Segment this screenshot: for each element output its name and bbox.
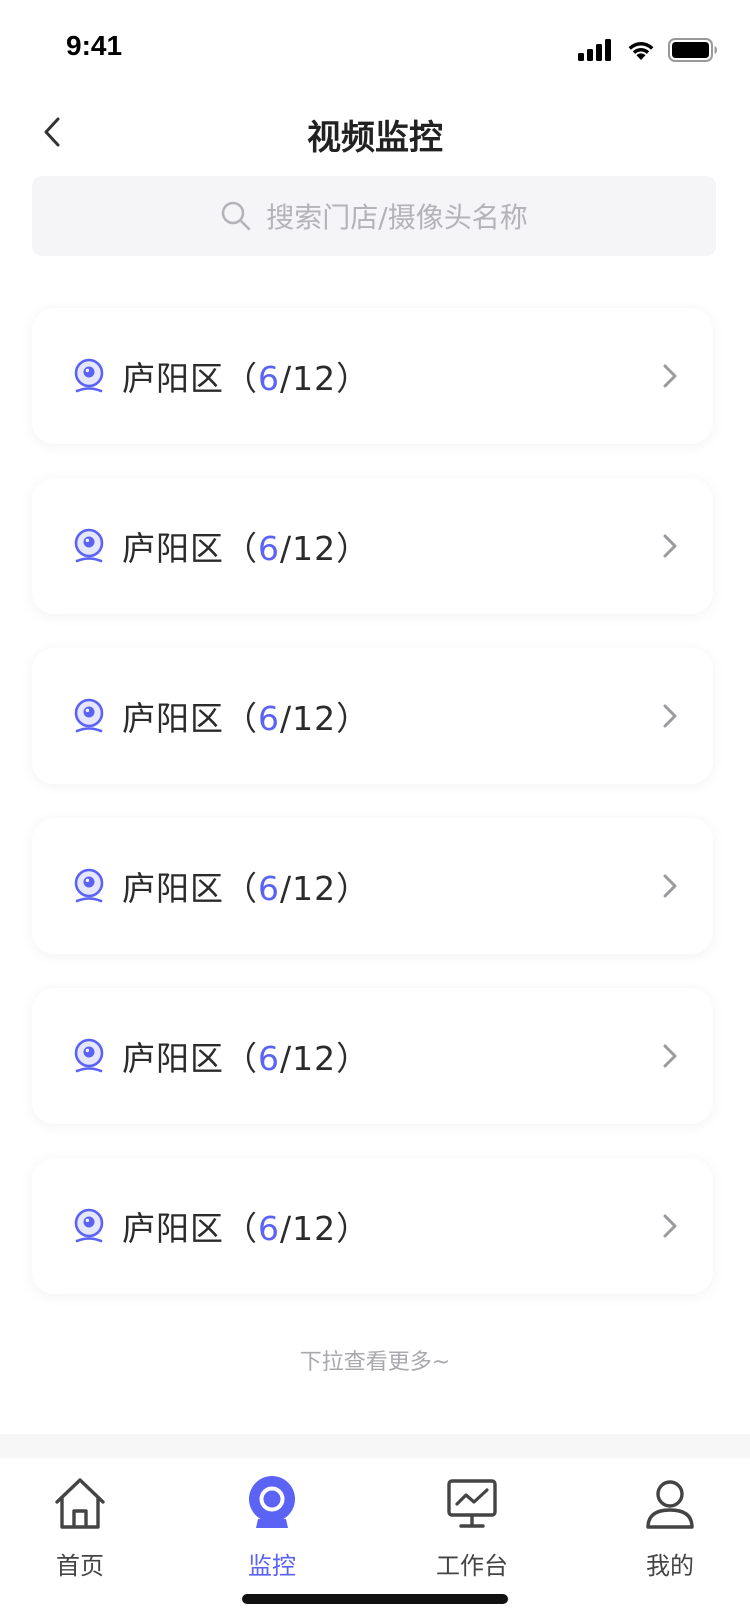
- tab-profile[interactable]: 我的: [610, 1474, 730, 1581]
- load-more-hint: 下拉查看更多~: [299, 1350, 451, 1375]
- region-count: （6/12）: [224, 1209, 371, 1248]
- total-count: 12: [292, 1039, 337, 1078]
- chevron-right-icon: [663, 874, 677, 898]
- region-count: （6/12）: [224, 869, 371, 908]
- region-label: 庐阳区（6/12）: [122, 692, 370, 740]
- online-count: 6: [258, 529, 280, 568]
- region-label: 庐阳区（6/12）: [122, 352, 370, 400]
- tab-label: 监控: [248, 1552, 296, 1580]
- search-input[interactable]: 搜索门店/摄像头名称: [32, 176, 716, 256]
- wifi-icon: [628, 42, 654, 60]
- region-card[interactable]: 庐阳区（6/12）: [32, 478, 713, 614]
- region-card[interactable]: 庐阳区（6/12）: [32, 308, 713, 444]
- total-count: 12: [292, 699, 337, 738]
- tab-bar-divider: [0, 1434, 750, 1458]
- region-label: 庐阳区（6/12）: [122, 1032, 370, 1080]
- camera-icon: [72, 526, 106, 566]
- online-count: 6: [258, 1209, 280, 1248]
- camera-icon: [72, 1206, 106, 1246]
- chevron-right-icon: [663, 704, 677, 728]
- page-title: 视频监控: [307, 118, 443, 158]
- camera-icon: [72, 866, 106, 906]
- home-icon: [50, 1474, 110, 1534]
- online-count: 6: [258, 869, 280, 908]
- tab-home[interactable]: 首页: [20, 1474, 140, 1581]
- region-label: 庐阳区（6/12）: [122, 1202, 370, 1250]
- tab-label: 工作台: [436, 1552, 508, 1580]
- region-count: （6/12）: [224, 359, 371, 398]
- region-name: 庐阳区: [122, 1209, 224, 1248]
- region-card[interactable]: 庐阳区（6/12）: [32, 1158, 713, 1294]
- region-count: （6/12）: [224, 1039, 371, 1078]
- camera-icon: [242, 1474, 302, 1534]
- region-name: 庐阳区: [122, 359, 224, 398]
- region-name: 庐阳区: [122, 529, 224, 568]
- region-name: 庐阳区: [122, 869, 224, 908]
- region-count: （6/12）: [224, 529, 371, 568]
- region-name: 庐阳区: [122, 699, 224, 738]
- status-bar: 9:41: [0, 0, 750, 88]
- region-count: （6/12）: [224, 699, 371, 738]
- tab-label: 首页: [56, 1552, 104, 1580]
- camera-icon: [72, 696, 106, 736]
- status-time: 9:41: [66, 30, 123, 61]
- chevron-right-icon: [663, 1044, 677, 1068]
- camera-icon: [72, 1036, 106, 1076]
- chevron-right-icon: [663, 364, 677, 388]
- status-icons: [578, 38, 718, 62]
- online-count: 6: [258, 1039, 280, 1078]
- chevron-right-icon: [663, 534, 677, 558]
- tab-monitor[interactable]: 监控: [212, 1474, 332, 1581]
- region-card[interactable]: 庐阳区（6/12）: [32, 988, 713, 1124]
- home-indicator: [242, 1594, 508, 1604]
- battery-icon: [668, 38, 717, 62]
- camera-icon: [72, 356, 106, 396]
- region-label: 庐阳区（6/12）: [122, 522, 370, 570]
- region-list: 庐阳区（6/12） 庐阳区（6/12） 庐阳区（6/12） 庐阳区（6/12） …: [32, 308, 716, 1328]
- signal-icon: [578, 39, 611, 61]
- region-name: 庐阳区: [122, 1039, 224, 1078]
- total-count: 12: [292, 1209, 337, 1248]
- user-icon: [640, 1474, 700, 1534]
- nav-bar: 视频监控: [0, 88, 750, 176]
- search-placeholder: 搜索门店/摄像头名称: [266, 201, 528, 234]
- region-card[interactable]: 庐阳区（6/12）: [32, 818, 713, 954]
- tab-workbench[interactable]: 工作台: [412, 1474, 532, 1581]
- online-count: 6: [258, 359, 280, 398]
- online-count: 6: [258, 699, 280, 738]
- total-count: 12: [292, 869, 337, 908]
- chevron-right-icon: [663, 1214, 677, 1238]
- monitor-chart-icon: [442, 1474, 502, 1534]
- total-count: 12: [292, 359, 337, 398]
- search-icon: [222, 201, 251, 231]
- region-card[interactable]: 庐阳区（6/12）: [32, 648, 713, 784]
- region-label: 庐阳区（6/12）: [122, 862, 370, 910]
- total-count: 12: [292, 529, 337, 568]
- tab-label: 我的: [646, 1552, 694, 1580]
